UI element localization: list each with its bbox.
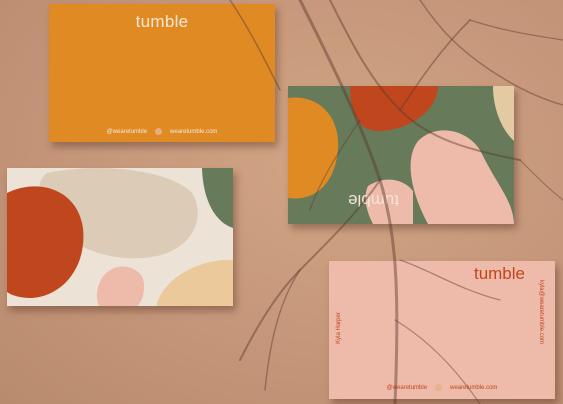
card-footer: @wearetumble wearetumble.com xyxy=(329,384,555,391)
brand-dot-icon xyxy=(435,384,443,391)
rust-circle xyxy=(7,186,84,298)
business-card-mockup-scene: tumble @wearetumble wearetumble.com tumb… xyxy=(0,0,563,404)
social-handle: @wearetumble xyxy=(106,128,148,135)
cream-patch xyxy=(493,86,514,141)
pink-blob xyxy=(96,266,145,306)
website-text: wearetumble.com xyxy=(450,384,498,391)
pink-blob xyxy=(410,130,514,224)
person-name: Kyla Harper xyxy=(335,312,342,344)
email-text: kyla@wearetumble.com xyxy=(537,279,544,345)
abstract-shapes xyxy=(288,86,514,224)
card-footer: @wearetumble wearetumble.com xyxy=(49,128,275,135)
cream-pattern-business-card xyxy=(7,168,233,306)
branch-7 xyxy=(469,19,563,41)
rust-blob xyxy=(350,86,438,131)
sand-blob xyxy=(157,259,233,306)
green-pattern-business-card: tumble xyxy=(288,86,514,224)
branch-5 xyxy=(264,269,301,391)
pink-business-card: tumble Kyla Harper kyla@wearetumble.com … xyxy=(329,261,555,399)
green-corner xyxy=(202,168,233,228)
social-handle: @wearetumble xyxy=(386,384,428,391)
orange-business-card: tumble @wearetumble wearetumble.com xyxy=(49,4,275,142)
brand-logo-text: tumble xyxy=(473,264,525,283)
brand-dot-icon xyxy=(155,128,163,135)
website-text: wearetumble.com xyxy=(170,128,218,135)
abstract-shapes xyxy=(7,168,233,306)
brand-logo-text-inverted: tumble xyxy=(348,191,400,210)
orange-circle xyxy=(288,97,339,199)
branch-8 xyxy=(519,159,563,201)
brand-logo-text: tumble xyxy=(135,12,189,31)
